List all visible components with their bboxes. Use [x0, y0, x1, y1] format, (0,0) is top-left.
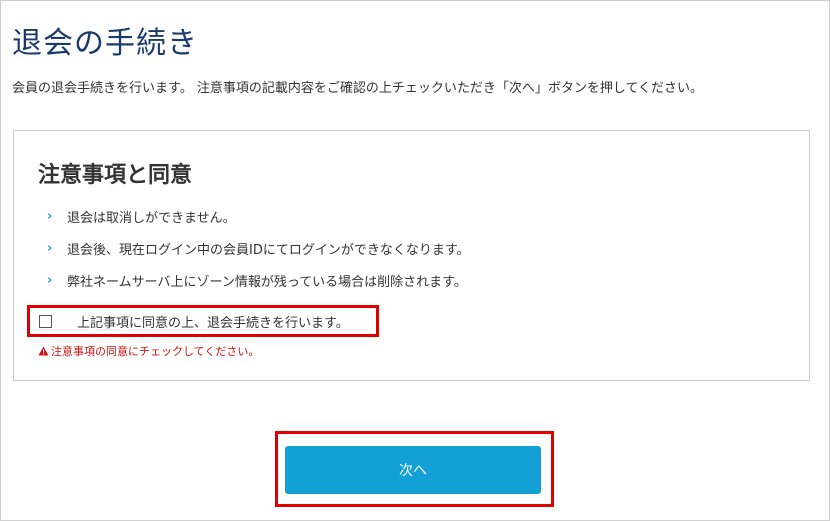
chevron-right-icon: › [47, 209, 53, 224]
chevron-right-icon: › [47, 241, 53, 256]
notice-item: › 退会は取消しができません。 [47, 207, 236, 226]
error-text: 注意事項の同意にチェックしてください。 [51, 345, 260, 358]
notice-item-label: 退会は取消しができません。 [67, 211, 236, 226]
agree-label[interactable]: 上記事項に同意の上、退会手続きを行います。 [77, 312, 349, 331]
chevron-right-icon: › [47, 273, 53, 288]
agree-checkbox[interactable] [39, 314, 52, 328]
notice-item-label: 弊社ネームサーバ上にゾーン情報が残っている場合は削除されます。 [67, 275, 467, 290]
agree-checkbox-row[interactable]: 上記事項に同意の上、退会手続きを行います。 [27, 305, 379, 337]
panel-title: 注意事項と同意 [38, 163, 193, 188]
notice-panel: 注意事項と同意 › 退会は取消しができません。 › 退会後、現在ログイン中の会員… [13, 130, 810, 381]
intro-text: 会員の退会手続きを行います。 注意事項の記載内容をご確認の上チェックいただき「次… [12, 81, 704, 96]
next-button[interactable]: 次へ [285, 446, 541, 494]
error-message: 注意事項の同意にチェックしてください。 [38, 343, 259, 359]
notice-item: › 弊社ネームサーバ上にゾーン情報が残っている場合は削除されます。 [47, 271, 467, 290]
notice-item-label: 退会後、現在ログイン中の会員IDにてログインができなくなります。 [67, 243, 470, 258]
warning-icon [38, 346, 49, 356]
notice-item: › 退会後、現在ログイン中の会員IDにてログインができなくなります。 [47, 239, 470, 258]
page-title: 退会の手続き [12, 26, 198, 61]
